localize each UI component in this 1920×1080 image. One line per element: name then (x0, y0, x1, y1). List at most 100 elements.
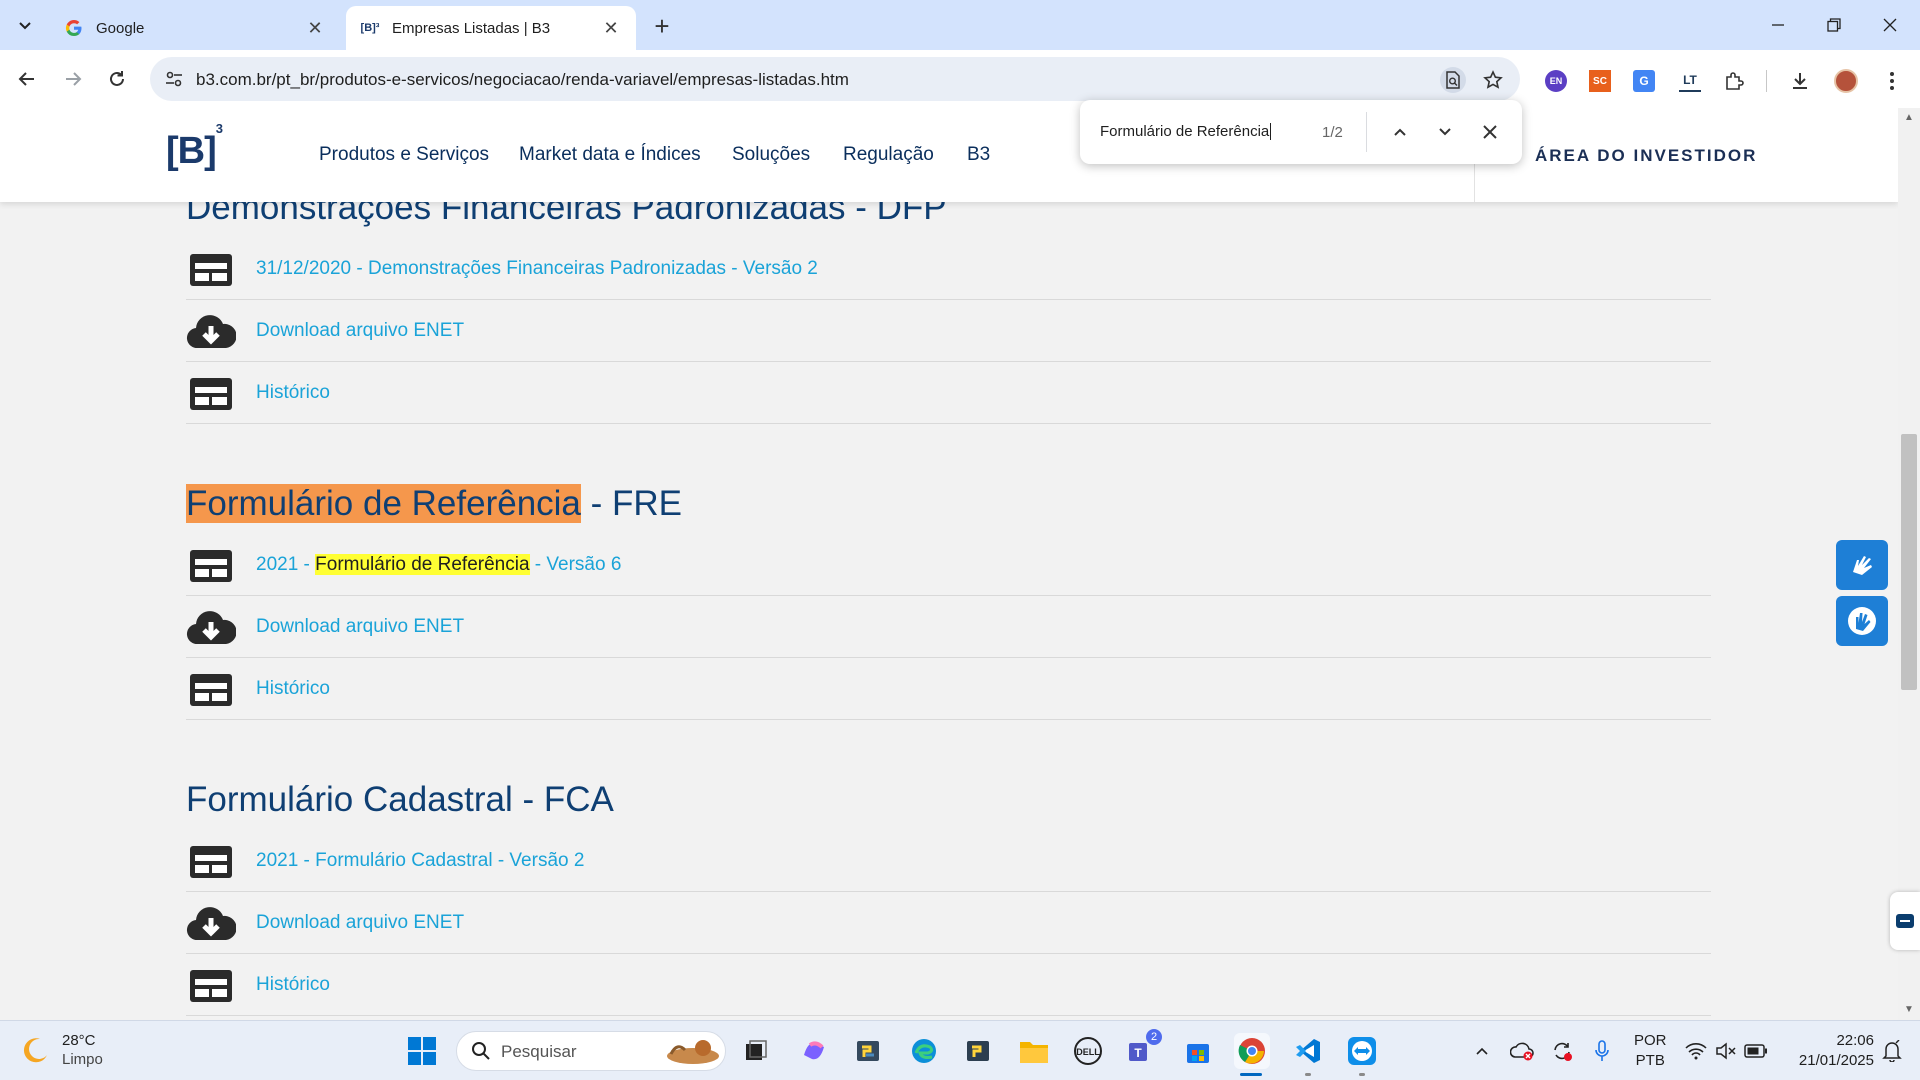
microsoft-store-icon[interactable] (1180, 1033, 1216, 1069)
sync-icon[interactable] (1550, 1039, 1574, 1063)
system-clock[interactable]: 22:06 21/01/2025 (1784, 1031, 1874, 1071)
download-enet-link[interactable]: Download arquivo ENET (256, 912, 464, 934)
battery-icon[interactable] (1744, 1039, 1768, 1063)
scrollbar-thumb[interactable] (1901, 434, 1917, 690)
download-enet-link[interactable]: Download arquivo ENET (256, 320, 464, 342)
logo-superscript: 3 (215, 121, 223, 137)
task-view-icon[interactable] (738, 1033, 774, 1069)
google-translate-label: G (1633, 70, 1655, 92)
side-widget-tab[interactable] (1890, 892, 1920, 950)
download-icon[interactable] (1786, 67, 1814, 95)
menu-solucoes[interactable]: Soluções (732, 144, 810, 166)
chevron-down-icon (19, 22, 31, 30)
list-item: Histórico (186, 954, 1711, 1016)
menu-market-data[interactable]: Market data e Índices (519, 144, 701, 166)
search-highlight-illustration-icon (667, 1040, 719, 1064)
arrow-left-icon (18, 72, 34, 86)
wifi-icon[interactable] (1684, 1039, 1708, 1063)
find-previous-button[interactable] (1385, 117, 1415, 147)
dell-icon[interactable]: DELL (1070, 1033, 1106, 1069)
start-button[interactable] (404, 1033, 440, 1069)
address-bar[interactable]: b3.com.br/pt_br/produtos-e-servicos/nego… (150, 57, 1520, 101)
investor-area-link[interactable]: ÁREA DO INVESTIDOR (1535, 146, 1757, 166)
historico-link[interactable]: Histórico (256, 974, 330, 996)
menu-b3[interactable]: B3 (967, 144, 990, 166)
copilot-icon[interactable] (796, 1033, 832, 1069)
sign-language-button[interactable] (1836, 540, 1888, 590)
taskbar-search-box[interactable]: Pesquisar (456, 1031, 726, 1071)
scroll-up-icon[interactable]: ▲ (1903, 112, 1915, 124)
tab-title: Empresas Listadas | B3 (392, 19, 551, 37)
chevron-up-icon[interactable] (1470, 1039, 1494, 1063)
profile-avatar[interactable] (1832, 67, 1860, 95)
search-placeholder: Pesquisar (501, 1042, 577, 1061)
weather-widget[interactable]: 28°C Limpo (20, 1031, 103, 1069)
google-translate-icon[interactable]: G (1630, 67, 1658, 95)
menu-produtos[interactable]: Produtos e Serviços (319, 144, 489, 166)
fre-version-link[interactable]: 2021 - Formulário de Referência - Versão… (256, 554, 621, 576)
b3-logo[interactable]: [B]3 (166, 121, 223, 173)
close-window-button[interactable] (1862, 0, 1918, 50)
find-next-button[interactable] (1430, 117, 1460, 147)
tab-google[interactable]: Google ✕ (50, 6, 340, 50)
microphone-icon[interactable] (1590, 1039, 1614, 1063)
fca-version-link[interactable]: 2021 - Formulário Cadastral - Versão 2 (256, 850, 584, 872)
en-extension-icon[interactable]: EN (1542, 67, 1570, 95)
close-icon (1483, 125, 1497, 139)
teams-icon[interactable]: T 2 (1124, 1029, 1162, 1069)
sc-extension-icon[interactable]: SC (1586, 67, 1614, 95)
en-extension-label: EN (1545, 70, 1567, 92)
browser-tab-strip: Google ✕ [B]³ Empresas Listadas | B3 ✕ + (0, 0, 1920, 50)
restore-button[interactable] (1806, 0, 1862, 50)
back-button[interactable] (10, 62, 44, 96)
bookmark-star-icon[interactable] (1480, 67, 1506, 93)
languagetool-icon[interactable]: LT (1676, 67, 1704, 95)
toolbar-divider (1766, 70, 1767, 92)
keyboard-language[interactable]: POR PTB (1634, 1031, 1667, 1071)
vscode-icon[interactable] (1290, 1033, 1326, 1069)
close-icon[interactable]: ✕ (304, 17, 326, 39)
new-tab-button[interactable]: + (646, 10, 678, 42)
kebab-menu-icon[interactable] (1878, 67, 1906, 95)
volume-muted-icon[interactable] (1714, 1039, 1738, 1063)
find-in-page-icon[interactable] (1440, 67, 1466, 93)
historico-link[interactable]: Histórico (256, 382, 330, 404)
weather-temp: 28°C (62, 1032, 96, 1049)
dfp-version-link[interactable]: 31/12/2020 - Demonstrações Financeiras P… (256, 258, 818, 280)
hand-icon (1848, 607, 1876, 635)
notification-bell-icon[interactable] (1880, 1039, 1904, 1063)
document-icon (186, 844, 236, 880)
find-input[interactable]: Formulário de Referência (1100, 123, 1272, 140)
reload-button[interactable] (100, 62, 134, 96)
python-ide-icon[interactable] (960, 1033, 996, 1069)
python-app-icon[interactable] (850, 1033, 886, 1069)
extensions-puzzle-icon[interactable] (1720, 67, 1748, 95)
menu-regulacao[interactable]: Regulação (843, 144, 934, 166)
site-info-icon[interactable] (164, 69, 184, 94)
cloud-download-icon (186, 314, 236, 350)
accessibility-hand-button[interactable] (1836, 596, 1888, 646)
tab-b3[interactable]: [B]³ Empresas Listadas | B3 ✕ (346, 6, 636, 50)
find-close-button[interactable] (1475, 117, 1505, 147)
clock-time: 22:06 (1836, 1032, 1874, 1049)
edge-browser-icon[interactable] (906, 1033, 942, 1069)
close-icon[interactable]: ✕ (600, 17, 622, 39)
scroll-down-icon[interactable]: ▼ (1903, 1004, 1915, 1016)
page-scrollbar[interactable]: ▲ ▼ (1898, 108, 1920, 1020)
minimize-button[interactable] (1750, 0, 1806, 50)
tab-title: Google (96, 19, 145, 37)
forward-button[interactable] (56, 62, 90, 96)
cloud-download-icon (186, 906, 236, 942)
find-match-active: Formulário de Referência (186, 484, 581, 523)
list-item: 31/12/2020 - Demonstrações Financeiras P… (186, 238, 1711, 300)
windows-logo-icon (408, 1037, 436, 1065)
document-icon (186, 376, 236, 412)
minimize-icon (1772, 24, 1784, 26)
historico-link[interactable]: Histórico (256, 678, 330, 700)
download-enet-link[interactable]: Download arquivo ENET (256, 616, 464, 638)
tab-search-button[interactable] (8, 8, 42, 42)
teamviewer-icon[interactable] (1344, 1033, 1380, 1069)
chrome-icon[interactable] (1234, 1033, 1270, 1069)
file-explorer-icon[interactable] (1016, 1033, 1052, 1069)
onedrive-error-icon[interactable] (1510, 1039, 1534, 1063)
